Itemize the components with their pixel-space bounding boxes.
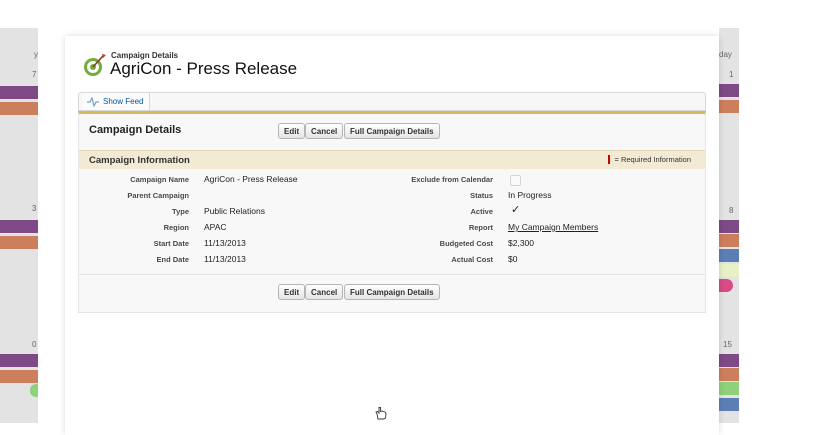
calendar-event-bar <box>0 370 38 383</box>
calendar-day-label: 7 <box>32 70 37 79</box>
region-value: APAC <box>204 222 227 232</box>
calendar-day-label: 8 <box>729 206 734 215</box>
start-date-value: 11/13/2013 <box>204 238 246 248</box>
field-label: Parent Campaign <box>127 191 189 200</box>
calendar-event-bar <box>0 102 38 115</box>
calendar-event-bar <box>719 382 739 395</box>
page-title: AgriCon - Press Release <box>110 59 298 78</box>
campaign-information-section: Campaign Information = Required Informat… <box>79 150 705 169</box>
field-label: Active <box>470 207 493 216</box>
calendar-event-bar <box>0 354 38 367</box>
field-label: Status <box>470 191 493 200</box>
field-label: Campaign Name <box>130 175 189 184</box>
field-label: Start Date <box>153 239 189 248</box>
budgeted-cost-value: $2,300 <box>508 238 534 248</box>
feed-bar: Show Feed <box>78 92 706 111</box>
exclude-from-calendar-checkbox <box>510 175 521 186</box>
required-note-text: = Required Information <box>614 155 691 164</box>
calendar-event-bar <box>719 234 739 247</box>
type-value: Public Relations <box>204 206 265 216</box>
calendar-day-label: 15 <box>723 340 732 349</box>
calendar-background-left: y 7 3 0 <box>0 28 38 423</box>
calendar-event-bar <box>0 220 38 233</box>
report-link[interactable]: My Campaign Members <box>508 222 598 232</box>
field-label: Actual Cost <box>451 255 493 264</box>
edit-button-bottom[interactable]: Edit <box>278 284 306 300</box>
field-label: Exclude from Calendar <box>411 175 493 184</box>
calendar-event-bar <box>719 100 739 113</box>
campaign-details-panel: Campaign Details Edit Cancel Full Campai… <box>78 111 706 313</box>
section-title: Campaign Information <box>89 155 190 166</box>
calendar-background-right: day 1 8 15 <box>719 28 739 423</box>
end-date-value: 11/13/2013 <box>204 254 246 264</box>
calendar-event-bar <box>0 86 38 99</box>
cancel-button[interactable]: Cancel <box>305 123 344 139</box>
active-checkmark-icon: ✓ <box>511 204 521 216</box>
calendar-event-bar <box>719 249 739 262</box>
calendar-event-bar <box>719 368 739 381</box>
calendar-event-bar <box>0 236 38 249</box>
full-campaign-details-button-bottom[interactable]: Full Campaign Details <box>344 284 440 300</box>
campaign-target-icon <box>84 54 106 76</box>
edit-button[interactable]: Edit <box>278 123 306 139</box>
field-label: End Date <box>156 255 189 264</box>
panel-divider <box>79 274 705 275</box>
calendar-event-bar <box>30 384 38 397</box>
campaign-details-dialog: Campaign Details AgriCon - Press Release… <box>65 36 719 435</box>
calendar-event-bar <box>719 220 739 233</box>
required-marker <box>608 155 611 164</box>
calendar-day-label: 3 <box>32 204 37 213</box>
actual-cost-value: $0 <box>508 254 518 264</box>
calendar-day-label: day <box>719 50 732 59</box>
show-feed-label: Show Feed <box>103 97 144 106</box>
field-label: Report <box>468 223 493 232</box>
calendar-day-label: y <box>34 50 38 59</box>
calendar-event-bar <box>719 264 739 277</box>
calendar-event-bar <box>719 354 739 367</box>
field-label: Type <box>172 207 189 216</box>
calendar-event-bar <box>719 84 739 97</box>
campaign-name-value: AgriCon - Press Release <box>204 174 298 184</box>
panel-title: Campaign Details <box>89 124 182 136</box>
feed-icon <box>87 96 99 107</box>
status-value: In Progress <box>508 190 552 200</box>
full-campaign-details-button[interactable]: Full Campaign Details <box>344 123 440 139</box>
calendar-day-label: 0 <box>32 340 37 349</box>
calendar-event-bar <box>719 279 733 292</box>
hand-cursor-icon <box>375 407 387 420</box>
field-label: Region <box>163 223 189 232</box>
calendar-day-label: 1 <box>729 70 734 79</box>
field-label: Budgeted Cost <box>439 239 493 248</box>
required-information-note: = Required Information <box>608 155 691 164</box>
cancel-button-bottom[interactable]: Cancel <box>305 284 344 300</box>
calendar-event-bar <box>719 398 739 411</box>
show-feed-link[interactable]: Show Feed <box>83 93 151 110</box>
